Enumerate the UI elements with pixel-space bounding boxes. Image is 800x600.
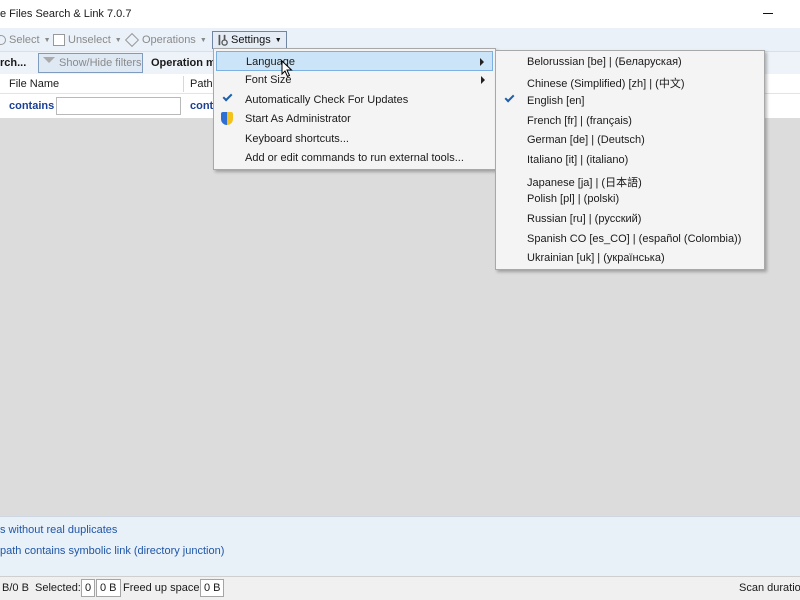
select-icon — [0, 35, 6, 45]
language-item-ukrainian[interactable]: Ukrainian [uk] | (українська) — [498, 248, 762, 268]
search-button[interactable]: rch... — [0, 57, 26, 69]
language-item-french[interactable]: French [fr] | (français) — [498, 111, 762, 131]
file-name-filter-input[interactable] — [56, 97, 181, 115]
checkmark-icon — [222, 91, 233, 102]
show-hide-filters-label: Show/Hide filters — [59, 57, 142, 69]
language-item-english[interactable]: English [en] — [498, 91, 762, 111]
menu-item-auto-updates[interactable]: Automatically Check For Updates — [216, 90, 493, 110]
shield-icon — [221, 112, 233, 125]
language-item-russian[interactable]: Russian [ru] | (русский) — [498, 209, 762, 229]
freed-space-value: 0 B — [200, 579, 224, 597]
operations-label: Operations — [142, 34, 196, 46]
chevron-down-icon: ▼ — [199, 36, 207, 44]
legend-panel: s without real duplicates path contains … — [0, 516, 800, 576]
legend-symbolic-link: path contains symbolic link (directory j… — [0, 545, 225, 557]
language-submenu: Belorussian [be] | (Беларуская) Chinese … — [495, 50, 765, 270]
chevron-right-icon — [481, 76, 485, 84]
window-title: e Files Search & Link 7.0.7 — [0, 8, 132, 20]
menu-item-external-tools[interactable]: Add or edit commands to run external too… — [216, 148, 493, 168]
settings-menu-button[interactable]: Settings ▼ — [212, 31, 287, 49]
chevron-down-icon: ▼ — [274, 36, 282, 44]
language-label: Polish [pl] | (polski) — [527, 193, 620, 205]
select-label: Select — [9, 34, 40, 46]
mouse-cursor-icon — [281, 60, 293, 78]
language-label: German [de] | (Deutsch) — [527, 134, 645, 146]
language-label: Italiano [it] | (italiano) — [527, 154, 629, 166]
column-path[interactable]: Path — [190, 78, 213, 90]
language-item-japanese[interactable]: Japanese [ja] | (日本語) — [498, 170, 762, 190]
chevron-down-icon: ▼ — [114, 36, 122, 44]
checkmark-icon — [504, 92, 515, 103]
operations-icon — [124, 32, 140, 48]
language-item-italian[interactable]: Italiano [it] | (italiano) — [498, 150, 762, 170]
menu-item-label: Keyboard shortcuts... — [245, 133, 349, 145]
language-label: Ukrainian [uk] | (українська) — [527, 252, 665, 264]
language-label: Spanish CO [es_CO] | (español (Colombia)… — [527, 233, 742, 245]
path-filter-mode[interactable]: cont — [190, 100, 213, 112]
file-name-filter-mode[interactable]: contains — [9, 100, 54, 112]
operation-mode-label: Operation m — [151, 57, 216, 69]
selected-size: 0 B — [96, 579, 121, 597]
chevron-right-icon — [480, 58, 484, 66]
language-item-german[interactable]: German [de] | (Deutsch) — [498, 130, 762, 150]
tools-icon — [218, 34, 228, 46]
chevron-down-icon: ▼ — [43, 36, 51, 44]
menu-item-label: Automatically Check For Updates — [245, 94, 409, 106]
column-file-name[interactable]: File Name — [9, 78, 59, 90]
menu-item-label: Start As Administrator — [245, 113, 351, 125]
menu-item-language[interactable]: Language — [216, 51, 493, 71]
menu-item-label: Add or edit commands to run external too… — [245, 152, 464, 164]
select-menu-button[interactable]: Select ▼ — [0, 31, 51, 49]
language-item-chinese[interactable]: Chinese (Simplified) [zh] | (中文) — [498, 71, 762, 91]
unselect-menu-button[interactable]: Unselect ▼ — [53, 31, 122, 49]
language-label: English [en] — [527, 95, 585, 107]
freed-space-label: Freed up space: — [123, 582, 203, 594]
language-label: Belorussian [be] | (Беларуская) — [527, 56, 682, 68]
status-bar: B/0 B Selected: 0 0 B Freed up space: 0 … — [0, 576, 800, 600]
language-item-polish[interactable]: Polish [pl] | (polski) — [498, 189, 762, 209]
unselect-label: Unselect — [68, 34, 111, 46]
scan-duration-label: Scan duration — [739, 582, 800, 594]
operations-menu-button[interactable]: Operations ▼ — [124, 31, 207, 49]
show-hide-filters-button[interactable]: Show/Hide filters — [38, 53, 143, 73]
selected-count: 0 — [81, 579, 96, 597]
column-separator[interactable] — [183, 76, 184, 92]
language-label: Chinese (Simplified) [zh] | (中文) — [527, 78, 685, 90]
selected-label: Selected: — [35, 582, 81, 594]
total-size: B/0 B — [2, 582, 29, 594]
legend-no-duplicates: s without real duplicates — [0, 524, 118, 536]
language-item-spanish-co[interactable]: Spanish CO [es_CO] | (español (Colombia)… — [498, 229, 762, 249]
minimize-button[interactable] — [762, 6, 776, 20]
language-label: Russian [ru] | (русский) — [527, 213, 642, 225]
settings-label: Settings — [231, 34, 271, 46]
menu-item-keyboard-shortcuts[interactable]: Keyboard shortcuts... — [216, 129, 493, 149]
language-label: French [fr] | (français) — [527, 115, 632, 127]
menu-item-start-admin[interactable]: Start As Administrator — [216, 109, 493, 129]
unselect-icon — [53, 34, 65, 46]
language-item-belorussian[interactable]: Belorussian [be] | (Беларуская) — [498, 52, 762, 72]
funnel-icon — [43, 57, 55, 69]
title-bar: e Files Search & Link 7.0.7 — [0, 0, 800, 28]
menu-item-font-size[interactable]: Font Size — [216, 70, 493, 90]
language-label: Japanese [ja] | (日本語) — [527, 177, 642, 189]
settings-menu: Language Font Size Automatically Check F… — [213, 48, 496, 170]
